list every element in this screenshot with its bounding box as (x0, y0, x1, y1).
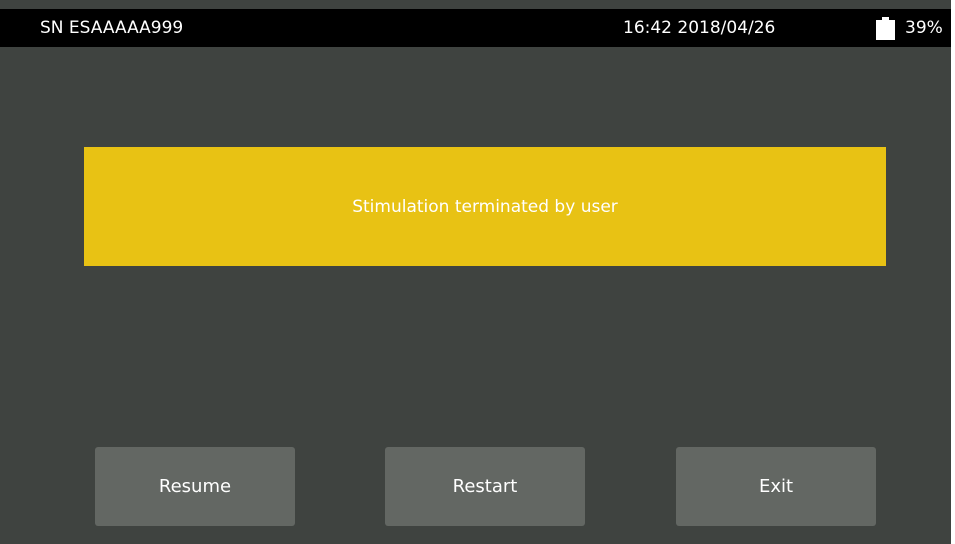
restart-button[interactable]: Restart (385, 447, 585, 526)
battery-body (876, 20, 895, 40)
exit-button[interactable]: Exit (676, 447, 876, 526)
message-text: Stimulation terminated by user (352, 196, 618, 217)
message-banner: Stimulation terminated by user (84, 147, 886, 266)
resume-button[interactable]: Resume (95, 447, 295, 526)
serial-number: SN ESAAAAA999 (40, 18, 184, 38)
device-screen: SN ESAAAAA999 16:42 2018/04/26 39% Stimu… (0, 0, 951, 544)
battery-icon (876, 17, 895, 40)
date-time: 16:42 2018/04/26 (623, 18, 776, 38)
battery-percent: 39% (905, 18, 943, 38)
status-bar: SN ESAAAAA999 16:42 2018/04/26 39% (0, 9, 951, 47)
